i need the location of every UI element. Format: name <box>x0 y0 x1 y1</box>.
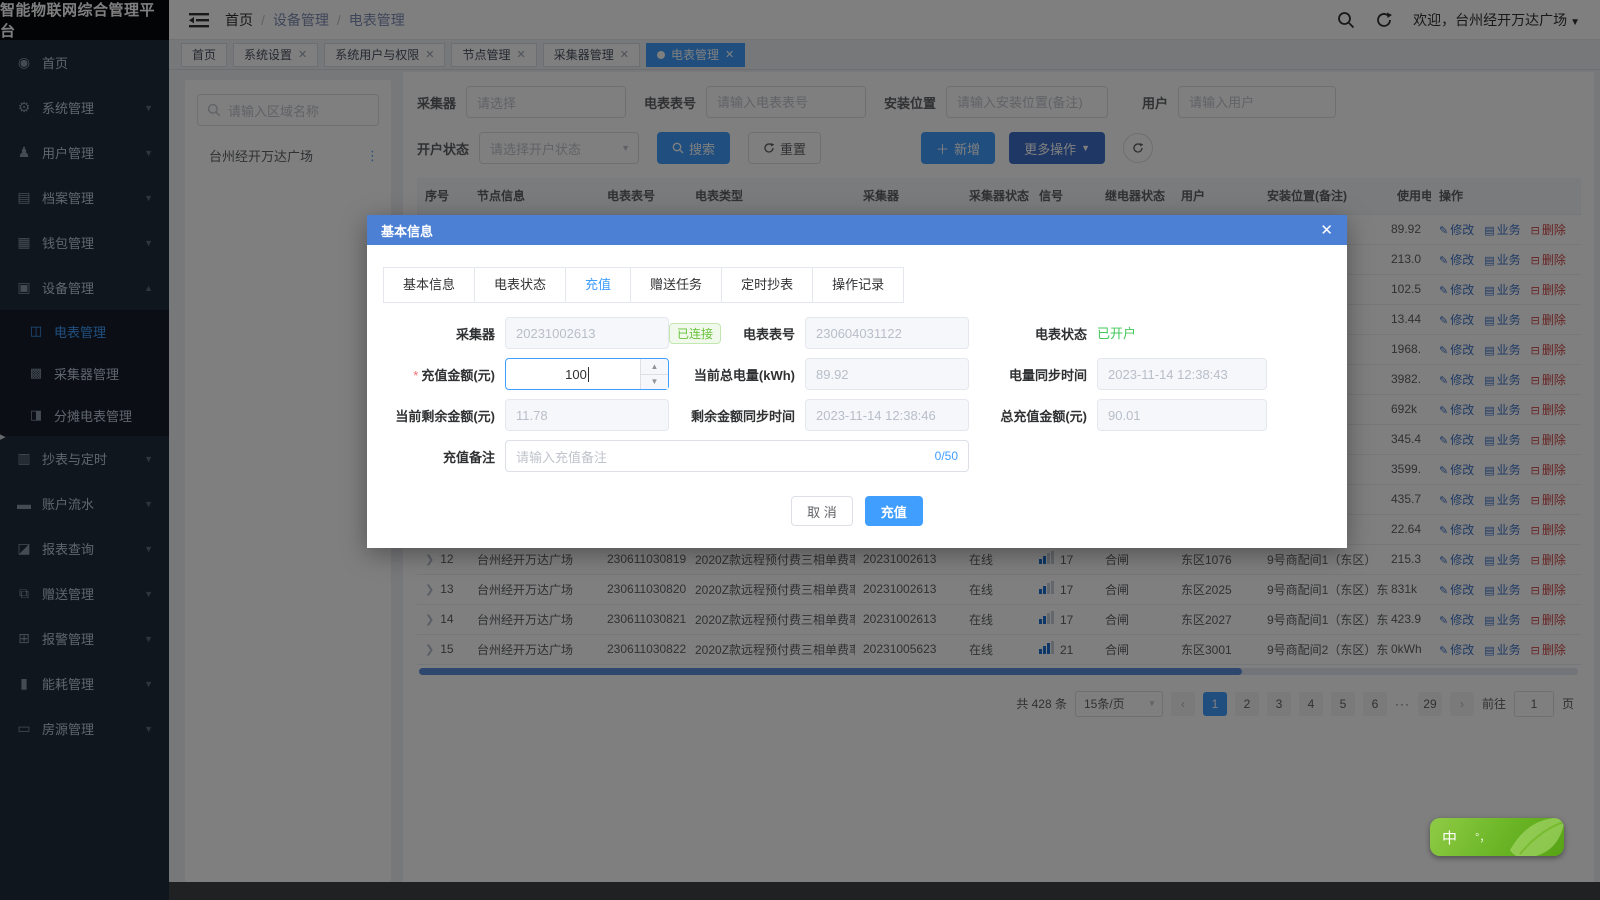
energy-label: 当前总电量(kWh) <box>694 365 795 384</box>
modal-tab-充值[interactable]: 充值 <box>565 267 631 303</box>
ime-punctuation-indicator[interactable]: °， <box>1475 829 1490 845</box>
modal-tab-赠送任务[interactable]: 赠送任务 <box>630 267 722 303</box>
connected-badge: 已连接 <box>669 323 721 344</box>
app-root: 智能物联网综合管理平台 首页 / 设备管理 / 电表管理 <box>0 0 1600 900</box>
amount-stepper[interactable]: ▲ ▼ <box>640 359 668 389</box>
balance-label: 当前剩余金额(元) <box>385 406 505 425</box>
amount-label: 充值金额(元) <box>421 368 495 383</box>
modal-tabs: 基本信息电表状态充值赠送任务定时抄表操作记录 <box>383 267 1331 303</box>
basic-info-modal: 基本信息 ✕ 基本信息电表状态充值赠送任务定时抄表操作记录 采集器 202310… <box>367 215 1347 548</box>
energy-input: 89.92 <box>805 358 969 390</box>
required-mark: * <box>413 368 418 383</box>
modal-tab-定时抄表[interactable]: 定时抄表 <box>721 267 813 303</box>
modal-tab-操作记录[interactable]: 操作记录 <box>812 267 904 303</box>
leaf-icon <box>1500 818 1564 856</box>
collector-input: 20231002613 <box>505 317 669 349</box>
meter-no-input: 230604031122 <box>805 317 969 349</box>
amount-input[interactable]: 100 ▲ ▼ <box>505 358 669 390</box>
balance-sync-label: 剩余金额同步时间 <box>691 406 795 425</box>
total-recharge-label: 总充值金额(元) <box>969 406 1097 425</box>
meter-no-label: 电表表号 <box>743 324 795 343</box>
recharge-button[interactable]: 充值 <box>865 496 923 526</box>
balance-input: 11.78 <box>505 399 669 431</box>
remark-counter: 0/50 <box>935 449 958 463</box>
modal-tab-基本信息[interactable]: 基本信息 <box>383 267 475 303</box>
modal-form-row-1: 采集器 20231002613 已连接 电表表号 230604031122 电表… <box>385 317 1329 349</box>
remark-placeholder: 请输入充值备注 <box>516 447 607 466</box>
modal-form-row-3: 当前剩余金额(元) 11.78 剩余金额同步时间 2023-11-14 12:3… <box>385 399 1329 431</box>
meter-status-value: 已开户 <box>1097 326 1136 341</box>
meter-status-label: 电表状态 <box>969 324 1097 343</box>
balance-sync-input: 2023-11-14 12:38:46 <box>805 399 969 431</box>
modal-form-row-2: *充值金额(元) 100 ▲ ▼ 当前总电量(kWh) 89.92 电量同步时间… <box>385 358 1329 390</box>
collector-label: 采集器 <box>385 324 505 343</box>
text-caret <box>588 367 589 382</box>
modal-tab-电表状态[interactable]: 电表状态 <box>474 267 566 303</box>
amount-value: 100 <box>565 367 587 382</box>
total-recharge-input: 90.01 <box>1097 399 1267 431</box>
ime-mode-indicator[interactable]: 中 <box>1442 827 1457 848</box>
step-up-icon[interactable]: ▲ <box>641 359 668 375</box>
step-down-icon[interactable]: ▼ <box>641 375 668 390</box>
modal-footer: 取 消 充值 <box>367 496 1347 526</box>
remark-input[interactable]: 请输入充值备注 0/50 <box>505 440 969 472</box>
remark-label: 充值备注 <box>385 447 505 466</box>
energy-sync-label: 电量同步时间 <box>969 365 1097 384</box>
cancel-button[interactable]: 取 消 <box>791 496 853 526</box>
modal-form-row-4: 充值备注 请输入充值备注 0/50 <box>385 440 1329 472</box>
close-icon[interactable]: ✕ <box>1320 223 1333 238</box>
ime-toolbar[interactable]: 中 °， <box>1430 818 1564 856</box>
modal-header: 基本信息 ✕ <box>367 215 1347 245</box>
modal-title: 基本信息 <box>381 221 433 240</box>
energy-sync-input: 2023-11-14 12:38:43 <box>1097 358 1267 390</box>
